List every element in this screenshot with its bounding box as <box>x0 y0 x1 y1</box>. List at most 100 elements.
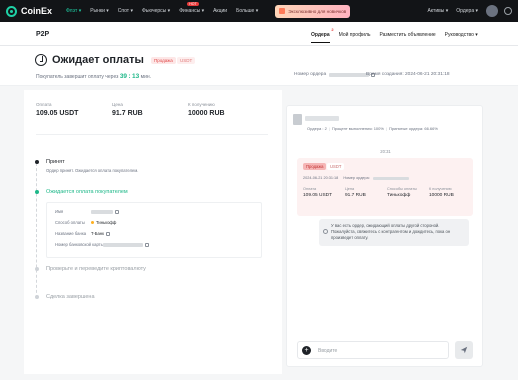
countdown-minutes: 39 <box>119 73 128 80</box>
info-row-method: Способ оплаты Тинькофф <box>55 220 116 225</box>
info-value: T-Банк <box>91 231 110 236</box>
info-label: Способ оплаты <box>55 220 85 225</box>
summary-label: К получению <box>188 102 215 107</box>
info-row-card: Номер банковской карты <box>55 242 149 247</box>
card-col-value: 91.7 RUB <box>345 193 366 198</box>
p2p-title: P2P <box>36 31 50 38</box>
counterparty-avatar[interactable] <box>293 114 302 125</box>
chat-timestamp: 20:31 <box>380 149 391 154</box>
tab-my-profile[interactable]: Мой профиль <box>339 32 371 38</box>
step-dot-active <box>34 190 39 194</box>
card-col: Способы оплаты Тинькофф <box>387 187 429 198</box>
name-redacted <box>91 209 113 214</box>
step-dot-done <box>34 160 39 164</box>
gift-icon <box>279 8 286 14</box>
info-icon <box>323 229 328 234</box>
copy-icon[interactable] <box>115 209 119 214</box>
copy-icon[interactable] <box>105 231 110 236</box>
tab-orders-label: Ордера <box>311 32 330 38</box>
order-card: Продажа USDT 2024-06-21 20:31:18 Номер о… <box>297 158 473 216</box>
asset-badge: USDT <box>177 57 196 64</box>
promo-text: Эксклюзивно для новичков <box>288 8 347 14</box>
payment-details-box: Имя Способ оплаты Тинькофф Название банк… <box>46 202 262 258</box>
globe-icon[interactable] <box>504 7 512 15</box>
info-row-bank: Название банка T-Банк <box>55 231 110 236</box>
card-order-redacted <box>372 176 409 180</box>
order-status-title: Ожидает оплаты <box>52 54 144 66</box>
nav-item-finance[interactable]: Финансы ▾ HOT <box>179 2 204 14</box>
step-awaiting-title: Ожидается оплата покупателем <box>46 189 128 195</box>
info-label: Имя <box>55 209 64 214</box>
system-message-text: У вас есть ордер, ожидающий оплаты друго… <box>331 223 451 240</box>
system-message: У вас есть ордер, ожидающий оплаты друго… <box>319 219 469 246</box>
countdown-suffix: мин. <box>140 74 152 80</box>
side-badge: Продажа <box>151 57 176 64</box>
payment-method-icon <box>91 221 94 224</box>
card-order-label: Номер ордера: <box>343 176 370 180</box>
summary-label: Цена <box>112 102 123 107</box>
orders-count-badge: 2 <box>331 27 334 32</box>
card-col-value: 10000 RUB <box>429 193 454 198</box>
stat-orders: Ордера : 2 <box>307 126 327 131</box>
info-row-name: Имя <box>55 209 119 214</box>
card-number-redacted <box>103 242 143 247</box>
info-value <box>103 242 149 247</box>
counterparty-name-redacted[interactable] <box>305 116 339 121</box>
nav-item-more[interactable]: Больше ▾ <box>236 8 258 14</box>
order-number: Номер ордера <box>294 72 376 77</box>
card-date: 2024-06-21 20:31:18 <box>303 176 339 180</box>
nav-item-markets[interactable]: Рынки ▾ <box>90 8 109 14</box>
card-col-label: Цена <box>345 187 355 191</box>
send-button[interactable] <box>455 341 473 359</box>
summary-label: Оплата <box>36 102 52 107</box>
coinex-logo-icon <box>6 5 17 17</box>
nav-item-stocks[interactable]: Акции <box>213 8 227 14</box>
info-value <box>91 209 119 214</box>
brand-logo[interactable]: CoinEx <box>6 5 53 17</box>
nav-item-futures[interactable]: Фьючерсы ▾ <box>142 8 170 14</box>
card-col-value: 109.05 USDT <box>303 193 333 198</box>
step-accepted-title: Принят <box>46 159 65 165</box>
chat-message-input[interactable] <box>318 345 446 356</box>
user-avatar[interactable] <box>486 5 498 17</box>
card-col-value: Тинькофф <box>387 193 411 198</box>
info-label: Номер банковской карты <box>55 242 104 247</box>
nav-item-flat[interactable]: Флэт ▾ <box>66 8 81 14</box>
summary-value: 91.7 RUB <box>112 110 143 117</box>
step-release-title: Проверьте и переведите криптовалюту <box>46 266 146 272</box>
nav-right: Активы ▾ Ордера ▾ <box>427 0 512 22</box>
p2p-tabs: Ордера 2 Мой профиль Разместить объявлен… <box>311 27 487 43</box>
hot-badge: HOT <box>187 2 199 6</box>
asset-badge: USDT <box>327 163 345 170</box>
card-col: К получению 10000 RUB <box>429 187 471 198</box>
info-label: Название банка <box>55 231 87 236</box>
p2p-subnav: P2P Ордера 2 Мой профиль Разместить объя… <box>0 22 518 46</box>
summary-value: 10000 RUB <box>188 110 225 117</box>
divider <box>36 134 268 135</box>
order-number-redacted <box>329 72 370 77</box>
send-icon <box>460 346 468 354</box>
nav-item-orders[interactable]: Ордера ▾ <box>456 8 478 14</box>
card-meta: 2024-06-21 20:31:18 Номер ордера: <box>303 176 409 180</box>
card-col: Цена 91.7 RUB <box>345 187 387 198</box>
copy-icon[interactable] <box>145 242 149 247</box>
brand-name: CoinEx <box>21 6 53 16</box>
tab-orders[interactable]: Ордера 2 <box>311 27 334 43</box>
card-details: Оплата 109.05 USDT Цена 91.7 RUB Способы… <box>303 187 471 198</box>
tab-post-ad[interactable]: Разместить объявление <box>380 32 436 38</box>
summary-payment: Оплата 109.05 USDT <box>36 102 112 117</box>
step-dot-pending <box>34 295 39 299</box>
stat-completion: Процент выполнения: 100% <box>331 126 384 131</box>
order-number-label: Номер ордера <box>294 72 327 77</box>
order-details-panel: Оплата 109.05 USDT Цена 91.7 RUB К получ… <box>24 90 282 374</box>
tab-guide[interactable]: Руководство ▾ <box>445 32 478 38</box>
payment-countdown: Покупатель завершит оплату через 39 : 13… <box>36 73 151 80</box>
summary-value: 109.05 USDT <box>36 110 79 117</box>
promo-banner[interactable]: Эксклюзивно для новичков <box>275 4 351 18</box>
plus-icon[interactable]: + <box>302 346 311 355</box>
nav-item-assets[interactable]: Активы ▾ <box>427 8 448 14</box>
side-badge: Продажа <box>303 163 327 170</box>
nav-item-spot[interactable]: Спот ▾ <box>118 8 133 14</box>
clock-icon <box>35 54 47 66</box>
step-connector <box>36 163 37 298</box>
